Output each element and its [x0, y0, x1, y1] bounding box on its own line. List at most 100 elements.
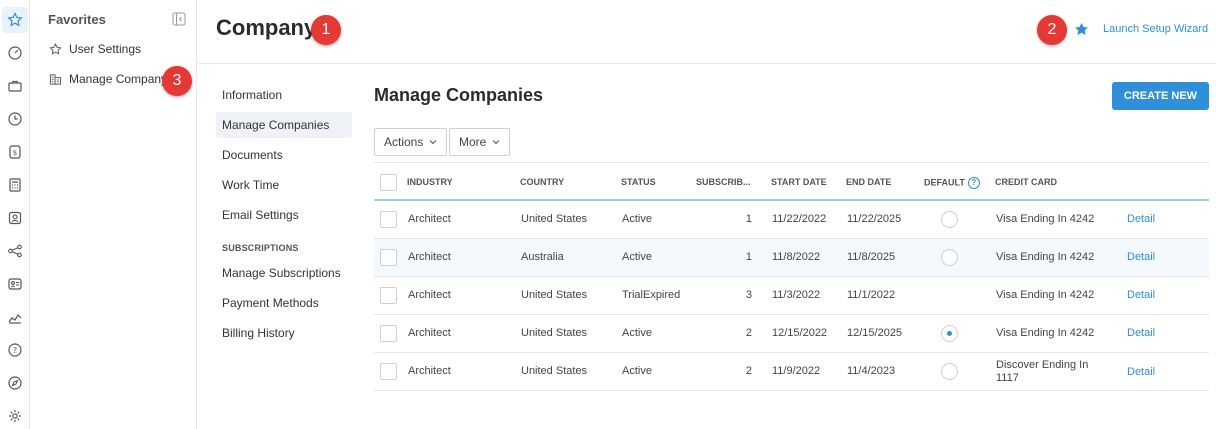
settings-gear-icon[interactable]	[2, 403, 28, 429]
detail-link[interactable]: Detail	[1127, 213, 1155, 225]
cell-industry: Architect	[408, 213, 451, 225]
cell-end-date: 11/8/2025	[847, 251, 896, 263]
create-new-button[interactable]: CREATE NEW	[1112, 82, 1209, 110]
column-header-default-label: DEFAULT	[924, 177, 965, 188]
detail-link[interactable]: Detail	[1127, 251, 1155, 263]
favorite-star-icon[interactable]	[1074, 22, 1089, 37]
svg-text:?: ?	[13, 346, 17, 355]
subnav-item-documents[interactable]: Documents	[216, 142, 352, 168]
column-header-country[interactable]: COUNTRY	[520, 177, 564, 187]
row-checkbox[interactable]	[380, 325, 397, 342]
building-icon	[49, 73, 62, 85]
help-icon[interactable]: ?	[2, 337, 28, 363]
column-header-credit-card[interactable]: CREDIT CARD	[995, 177, 1057, 187]
cell-country: United States	[521, 213, 588, 225]
table-row[interactable]: Architect United States Active 12/15/2022 12…	[374, 315, 1209, 353]
cell-end-date: 11/22/2025	[847, 213, 902, 225]
column-header-status[interactable]: STATUS	[621, 177, 656, 187]
cell-subscriptions: 1	[745, 213, 752, 225]
subnav-item-information[interactable]: Information	[216, 82, 352, 108]
row-checkbox[interactable]	[380, 363, 397, 380]
column-header-end-date[interactable]: END DATE	[846, 177, 891, 187]
cell-subscriptions: 2	[745, 365, 752, 377]
cell-end-date: 12/15/2025	[847, 327, 903, 339]
subnav-item-billing-history[interactable]: Billing History	[216, 320, 352, 346]
table-row[interactable]: Architect United States TrialExpired 11/3/2…	[374, 277, 1209, 315]
chevron-down-icon	[492, 140, 500, 145]
icon-rail: $ ?	[0, 0, 30, 429]
chevron-down-icon	[429, 140, 437, 145]
table-header: INDUSTRY COUNTRY STATUS SUBSCRIB... STAR…	[374, 162, 1209, 201]
cell-status: Active	[622, 327, 652, 339]
default-radio[interactable]	[941, 249, 958, 266]
subnav-item-work-time[interactable]: Work Time	[216, 172, 352, 198]
page-title: Company	[216, 15, 317, 40]
more-dropdown-label: More	[459, 135, 487, 149]
subnav-item-email-settings[interactable]: Email Settings	[216, 202, 352, 228]
question-mark-icon[interactable]: ?	[967, 177, 980, 189]
column-header-default[interactable]: DEFAULT?	[924, 177, 980, 189]
row-checkbox[interactable]	[380, 249, 397, 266]
detail-link[interactable]: Detail	[1127, 366, 1155, 378]
cell-country: Australia	[521, 251, 564, 263]
detail-link[interactable]: Detail	[1127, 327, 1155, 339]
cell-subscriptions: 2	[745, 327, 752, 339]
subnav-item-payment-methods[interactable]: Payment Methods	[216, 290, 352, 316]
dashboard-icon[interactable]	[2, 40, 28, 66]
cell-industry: Architect	[408, 251, 451, 263]
default-radio[interactable]	[941, 363, 958, 380]
default-radio[interactable]	[941, 325, 958, 342]
table-row[interactable]: Architect United States Active 11/9/2022 11/…	[374, 353, 1209, 391]
cell-start-date: 12/15/2022	[772, 327, 828, 339]
cell-start-date: 11/22/2022	[772, 213, 827, 225]
actions-dropdown[interactable]: Actions	[374, 128, 448, 156]
detail-link[interactable]: Detail	[1127, 289, 1155, 301]
cell-end-date: 11/1/2022	[847, 289, 896, 301]
calculator-icon[interactable]	[2, 172, 28, 198]
row-checkbox[interactable]	[380, 211, 397, 228]
id-card-icon[interactable]	[2, 271, 28, 297]
cell-credit-card: Visa Ending In 4242	[996, 213, 1095, 225]
cell-credit-card: Discover Ending In 1117	[996, 359, 1089, 384]
table-row[interactable]: Architect Australia Active 11/8/2022 11/8/20…	[374, 239, 1209, 277]
subnav-item-manage-subscriptions[interactable]: Manage Subscriptions	[216, 260, 352, 286]
briefcase-icon[interactable]	[2, 73, 28, 99]
default-radio[interactable]	[941, 211, 958, 228]
select-all-checkbox[interactable]	[380, 174, 397, 191]
favorites-title: Favorites	[48, 12, 106, 27]
contact-icon[interactable]	[2, 205, 28, 231]
cell-start-date: 11/8/2022	[772, 251, 821, 263]
clock-dollar-icon[interactable]	[2, 106, 28, 132]
billing-icon[interactable]: $	[2, 139, 28, 165]
favorites-panel: Favorites User Settings Manage Company	[31, 0, 197, 429]
cell-status: Active	[622, 213, 652, 225]
compass-icon[interactable]	[2, 370, 28, 396]
column-header-start-date[interactable]: START DATE	[771, 177, 827, 187]
annotation-badge-2: 2	[1037, 15, 1067, 45]
favorite-item-label: Manage Company	[69, 72, 168, 86]
subnav-section-subscriptions: SUBSCRIPTIONS	[222, 243, 299, 253]
analytics-icon[interactable]	[2, 304, 28, 330]
company-subnav: Information Manage Companies Documents W…	[216, 82, 352, 350]
cell-status: Active	[622, 251, 652, 263]
row-checkbox[interactable]	[380, 287, 397, 304]
cell-credit-card: Visa Ending In 4242	[996, 327, 1095, 339]
column-header-subscriptions[interactable]: SUBSCRIB...	[696, 177, 751, 187]
favorite-item-manage-company[interactable]: Manage Company	[49, 70, 167, 88]
subnav-item-manage-companies[interactable]: Manage Companies	[216, 112, 352, 138]
annotation-badge-1: 1	[311, 15, 341, 45]
launch-setup-wizard-link[interactable]: Launch Setup Wizard	[1103, 23, 1208, 35]
table-row[interactable]: Architect United States Active 11/22/2022 11…	[374, 201, 1209, 239]
favorite-item-user-settings[interactable]: User Settings	[49, 40, 141, 58]
column-header-industry[interactable]: INDUSTRY	[407, 177, 453, 187]
star-outline-icon	[49, 42, 62, 55]
more-dropdown[interactable]: More	[449, 128, 511, 156]
companies-table: INDUSTRY COUNTRY STATUS SUBSCRIB... STAR…	[374, 162, 1209, 391]
cell-credit-card: Visa Ending In 4242	[996, 289, 1095, 301]
cell-status: Active	[622, 365, 652, 377]
favorites-star-icon[interactable]	[2, 7, 28, 33]
workflow-icon[interactable]	[2, 238, 28, 264]
collapse-panel-icon[interactable]	[172, 12, 186, 26]
cell-end-date: 11/4/2023	[847, 365, 896, 377]
cell-status: TrialExpired	[622, 289, 681, 301]
